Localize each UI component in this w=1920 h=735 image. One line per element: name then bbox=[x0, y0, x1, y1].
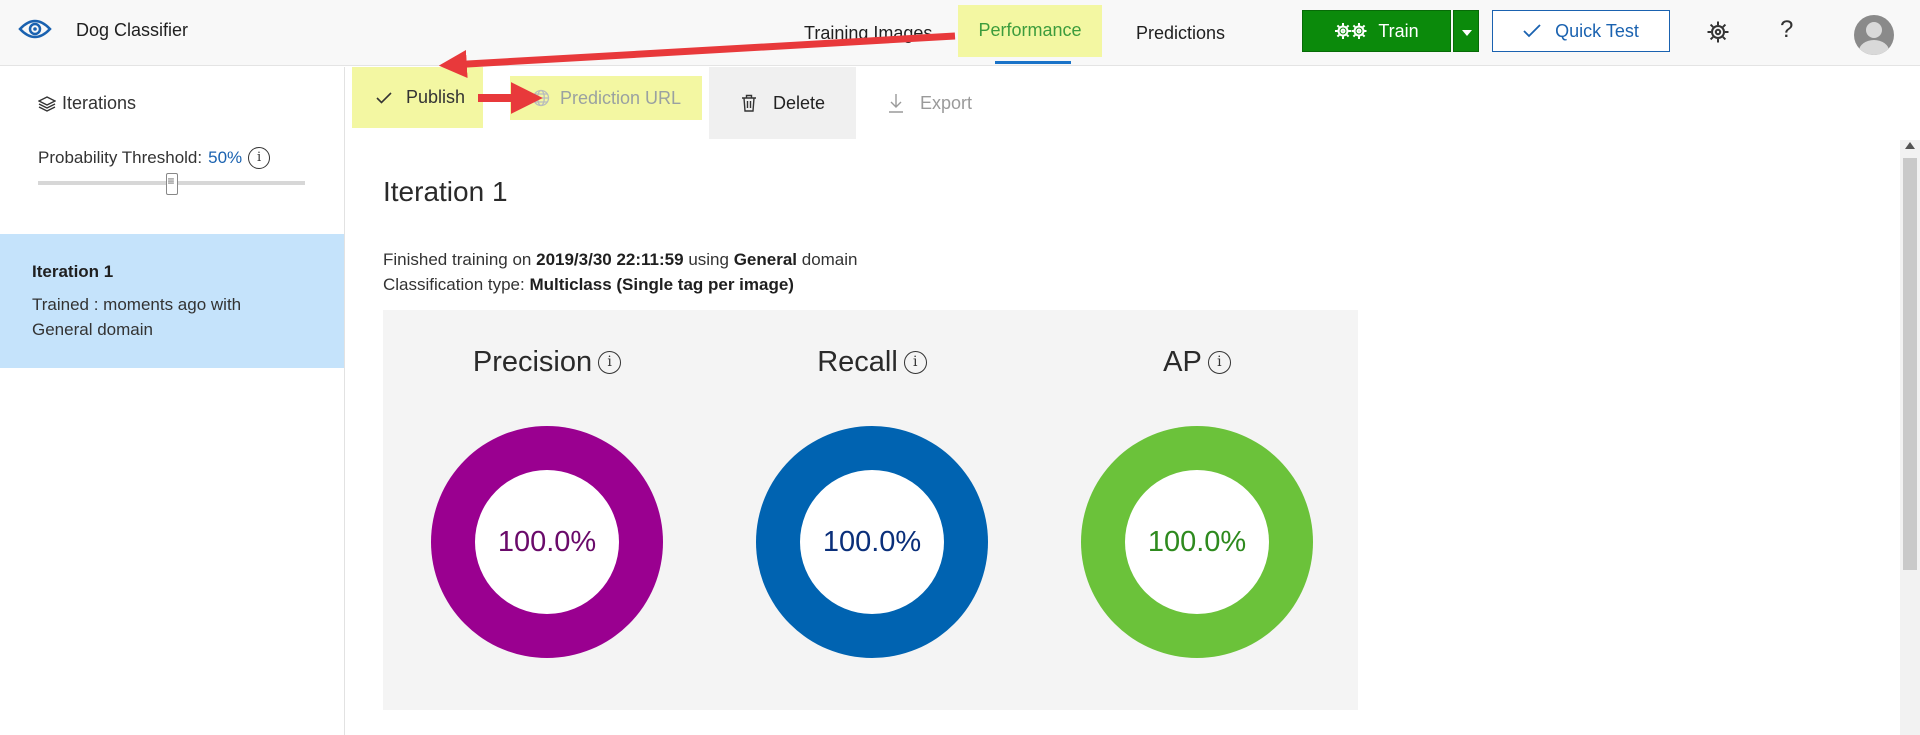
finished-date: 2019/3/30 22:11:59 bbox=[536, 250, 684, 269]
top-bar: Dog Classifier Training Images Performan… bbox=[0, 0, 1920, 66]
info-icon[interactable]: i bbox=[248, 147, 271, 169]
prediction-url-label: Prediction URL bbox=[560, 87, 682, 108]
user-avatar[interactable] bbox=[1854, 15, 1894, 55]
page-title: Iteration 1 bbox=[383, 176, 508, 207]
info-icon[interactable]: i bbox=[903, 351, 927, 374]
layers-icon bbox=[38, 95, 56, 112]
checkmark-icon bbox=[1523, 24, 1541, 38]
metric-ap-header: AP i bbox=[1077, 346, 1317, 379]
tab-training-images[interactable]: Training Images bbox=[804, 0, 944, 66]
tab-performance[interactable]: Performance bbox=[958, 5, 1102, 57]
threshold-label: Probability Threshold: bbox=[38, 148, 203, 167]
checkmark-icon bbox=[376, 91, 392, 104]
train-button-label: Train bbox=[1378, 20, 1419, 41]
tab-predictions[interactable]: Predictions bbox=[1136, 0, 1225, 66]
delete-button[interactable]: Delete bbox=[709, 67, 856, 139]
classification-value: Multiclass (Single tag per image) bbox=[529, 275, 794, 294]
precision-value: 100.0% bbox=[475, 470, 619, 614]
globe-icon bbox=[532, 89, 550, 107]
finished-using: using bbox=[688, 250, 729, 269]
metric-precision: Precision i 100.0% bbox=[427, 310, 667, 710]
iterations-label: Iterations bbox=[62, 93, 137, 113]
download-icon bbox=[889, 94, 903, 113]
delete-label: Delete bbox=[773, 92, 826, 113]
export-button[interactable]: Export bbox=[888, 67, 972, 139]
domain-name: General bbox=[733, 250, 797, 269]
recall-donut: 100.0% bbox=[756, 426, 988, 658]
metrics-panel: Precision i 100.0% Recall i 100.0% AP i … bbox=[383, 310, 1358, 710]
settings-gear-icon[interactable] bbox=[1706, 20, 1730, 44]
iteration-card-title: Iteration 1 bbox=[32, 262, 114, 281]
finished-prefix: Finished training on bbox=[383, 250, 532, 269]
metric-recall-header: Recall i bbox=[752, 346, 992, 379]
app-title: Dog Classifier bbox=[76, 20, 189, 40]
active-tab-underline bbox=[995, 61, 1071, 64]
metric-recall: Recall i 100.0% bbox=[752, 310, 992, 710]
metric-precision-label: Precision bbox=[472, 346, 593, 378]
threshold-value: 50% bbox=[208, 148, 243, 167]
metric-ap: AP i 100.0% bbox=[1077, 310, 1317, 710]
iterations-sidebar: Iterations Probability Threshold: 50% i … bbox=[0, 67, 345, 735]
scroll-up-arrow-icon[interactable] bbox=[1905, 142, 1915, 149]
classification-prefix: Classification type: bbox=[383, 275, 525, 294]
help-icon[interactable]: ? bbox=[1780, 16, 1793, 44]
gears-icon bbox=[1335, 23, 1367, 39]
metric-ap-label: AP bbox=[1163, 346, 1202, 378]
prediction-url-button[interactable]: Prediction URL bbox=[510, 76, 702, 120]
scrollbar-thumb[interactable] bbox=[1903, 158, 1917, 570]
quick-test-label: Quick Test bbox=[1555, 20, 1639, 41]
precision-donut: 100.0% bbox=[431, 426, 663, 658]
eye-logo-icon bbox=[18, 19, 52, 39]
threshold-slider-thumb[interactable] bbox=[165, 173, 178, 195]
metric-recall-label: Recall bbox=[817, 346, 898, 378]
info-icon[interactable]: i bbox=[598, 351, 622, 374]
publish-button[interactable]: Publish bbox=[352, 67, 483, 128]
vertical-scrollbar[interactable] bbox=[1900, 140, 1920, 735]
ap-donut: 100.0% bbox=[1081, 426, 1313, 658]
iteration-card-subtitle: Trained : moments ago with General domai… bbox=[32, 295, 242, 339]
domain-suffix: domain bbox=[801, 250, 858, 269]
publish-label: Publish bbox=[406, 87, 466, 107]
export-label: Export bbox=[920, 92, 973, 113]
info-icon[interactable]: i bbox=[1207, 351, 1231, 374]
metric-precision-header: Precision i bbox=[427, 346, 667, 379]
tab-performance-label: Performance bbox=[978, 20, 1082, 40]
probability-threshold: Probability Threshold: 50% i bbox=[38, 147, 271, 169]
iteration-card-selected[interactable]: Iteration 1 Trained : moments ago with G… bbox=[0, 234, 344, 368]
train-button[interactable]: Train bbox=[1302, 10, 1451, 52]
training-info: Finished training on 2019/3/30 22:11:59 … bbox=[383, 250, 858, 270]
recall-value: 100.0% bbox=[800, 470, 944, 614]
classification-info: Classification type: Multiclass (Single … bbox=[383, 275, 794, 295]
iterations-header: Iterations bbox=[38, 93, 136, 114]
quick-test-button[interactable]: Quick Test bbox=[1492, 10, 1670, 52]
ap-value: 100.0% bbox=[1125, 470, 1269, 614]
trash-icon bbox=[742, 94, 756, 112]
train-dropdown-button[interactable] bbox=[1453, 10, 1479, 52]
